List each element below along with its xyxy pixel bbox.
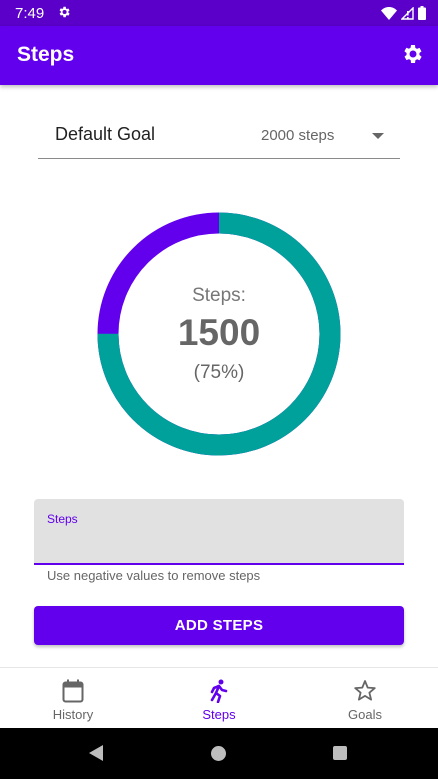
app-bar: Steps <box>0 26 438 85</box>
wifi-icon <box>381 6 397 20</box>
progress-ring: Steps: 1500 (75%) <box>97 212 341 456</box>
calendar-icon <box>62 679 84 703</box>
signal-icon <box>401 6 414 20</box>
nav-item-steps[interactable]: Steps <box>146 668 292 729</box>
goal-selector[interactable]: Default Goal 2000 steps <box>38 108 400 159</box>
steps-field[interactable]: Steps <box>34 499 404 565</box>
nav-item-goals[interactable]: Goals <box>292 668 438 729</box>
status-bar: 7:49 <box>0 0 438 26</box>
nav-label-steps: Steps <box>202 707 236 722</box>
recents-icon[interactable] <box>333 746 347 760</box>
settings-gear-icon[interactable] <box>400 42 424 66</box>
status-icons <box>381 6 426 20</box>
ring-text: Steps: 1500 (75%) <box>97 212 341 456</box>
steps-field-label: Steps <box>47 512 78 526</box>
page-title: Steps <box>17 43 75 66</box>
steps-label: Steps: <box>192 285 246 306</box>
status-time: 7:49 <box>15 5 45 22</box>
steps-percent: (75%) <box>193 362 245 383</box>
bottom-nav: History Steps Goals <box>0 667 438 728</box>
add-steps-button[interactable]: ADD STEPS <box>34 606 404 645</box>
steps-count: 1500 <box>177 312 261 353</box>
steps-input[interactable] <box>47 529 387 555</box>
back-icon[interactable] <box>88 744 104 762</box>
dropdown-arrow-icon[interactable] <box>372 133 384 139</box>
steps-helper-text: Use negative values to remove steps <box>47 568 261 583</box>
nav-label-goals: Goals <box>348 707 382 722</box>
goal-dropdown-value[interactable]: 2000 steps <box>261 127 334 144</box>
star-icon <box>354 680 376 701</box>
nav-item-history[interactable]: History <box>0 668 146 729</box>
system-nav-bar <box>0 728 438 779</box>
home-icon[interactable] <box>211 746 226 761</box>
nav-label-history: History <box>52 707 94 722</box>
goal-label: Default Goal <box>55 124 156 144</box>
settings-notification-icon <box>59 6 70 18</box>
battery-icon <box>418 6 426 20</box>
run-icon <box>210 679 228 703</box>
